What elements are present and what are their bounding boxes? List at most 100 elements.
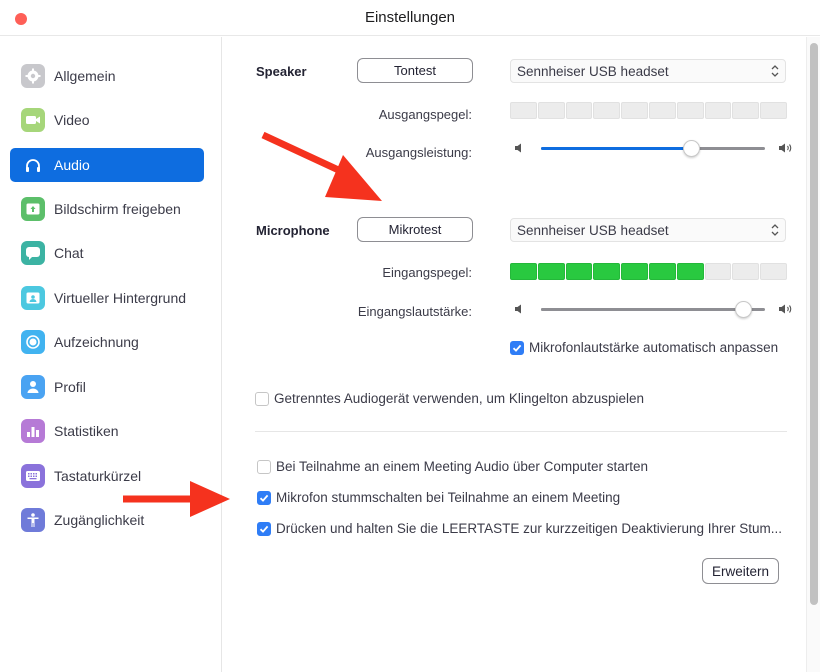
advanced-button[interactable]: Erweitern	[702, 558, 779, 584]
auto-adjust-mic-volume-row[interactable]: Mikrofonlautstärke automatisch anpassen	[510, 340, 778, 355]
meter-segment	[732, 102, 760, 119]
input-volume-label: Eingangslautstärke:	[357, 304, 472, 319]
volume-high-icon	[779, 304, 792, 314]
meter-segment	[676, 102, 704, 119]
slider-track	[541, 140, 765, 157]
join-audio-by-computer-label: Bei Teilnahme an einem Meeting Audio übe…	[276, 459, 648, 474]
meter-segment	[676, 263, 704, 280]
gear-icon	[21, 64, 45, 88]
speaker-section-label: Speaker	[256, 64, 307, 79]
sidebar-item-label: Allgemein	[54, 68, 116, 84]
window-title: Einstellungen	[364, 9, 456, 26]
volume-high-icon	[779, 143, 792, 153]
sidebar-item-label: Tastaturkürzel	[54, 468, 142, 484]
sidebar-item-label: Virtueller Hintergrund	[54, 290, 187, 306]
meter-segment	[704, 102, 732, 119]
meter-segment	[565, 102, 593, 119]
input-level-label: Eingangspegel:	[382, 265, 472, 280]
input-level-meter	[510, 263, 787, 280]
slider-track	[541, 301, 765, 318]
meter-segment	[510, 263, 537, 280]
slider-track-fill	[541, 147, 692, 150]
meter-segment	[760, 263, 787, 280]
record-icon	[21, 330, 45, 354]
sidebar-item-label: Bildschirm freigeben	[54, 201, 181, 217]
sidebar-item-tastaturkuerzel[interactable]: Tastaturkürzel	[10, 459, 204, 493]
chat-bubble-icon	[21, 241, 45, 265]
test-speaker-button[interactable]: Tontest	[357, 58, 473, 83]
video-camera-icon	[21, 108, 45, 132]
section-divider	[255, 431, 787, 432]
volume-low-icon	[515, 304, 521, 314]
sidebar-item-bildschirm-freigeben[interactable]: Bildschirm freigeben	[10, 192, 204, 226]
meter-segment	[593, 102, 621, 119]
mute-mic-on-join-label: Mikrofon stummschalten bei Teilnahme an …	[276, 490, 621, 505]
sidebar-item-zugaenglichkeit[interactable]: Zugänglichkeit	[10, 503, 204, 537]
speaker-device-select[interactable]: Sennheiser USB headset	[510, 59, 786, 83]
microphone-device-value: Sennheiser USB headset	[517, 222, 669, 238]
sidebar-item-chat[interactable]: Chat	[10, 236, 204, 270]
scrollbar[interactable]	[806, 37, 820, 672]
sidebar-item-label: Aufzeichnung	[54, 334, 139, 350]
auto-adjust-mic-volume-checkbox[interactable]	[510, 340, 524, 355]
sidebar-item-label: Statistiken	[54, 423, 119, 439]
meter-segment	[621, 263, 648, 280]
audio-settings-panel: Speaker Tontest Sennheiser USB headset A…	[223, 37, 806, 672]
sidebar-item-virtueller-hintergrund[interactable]: Virtueller Hintergrund	[10, 281, 204, 315]
keyboard-icon	[21, 464, 45, 488]
meter-segment	[648, 263, 676, 280]
sidebar-item-label: Zugänglichkeit	[54, 512, 145, 528]
sidebar-item-statistiken[interactable]: Statistiken	[10, 414, 204, 448]
sidebar-item-allgemein[interactable]: Allgemein	[10, 59, 204, 93]
slider-thumb[interactable]	[683, 140, 701, 157]
chevron-up-down-icon	[771, 65, 779, 77]
separate-ringtone-device-label: Getrenntes Audiogerät verwenden, um Klin…	[274, 391, 644, 406]
join-audio-by-computer-checkbox[interactable]	[257, 459, 271, 474]
separate-ringtone-device-row[interactable]: Getrenntes Audiogerät verwenden, um Klin…	[255, 391, 644, 406]
sidebar-item-video[interactable]: Video	[10, 103, 204, 137]
output-level-meter	[510, 102, 787, 119]
meter-segment	[621, 102, 648, 119]
sidebar-item-label: Audio	[54, 157, 90, 173]
meter-segment	[510, 102, 537, 119]
auto-adjust-mic-volume-label: Mikrofonlautstärke automatisch anpassen	[529, 340, 779, 355]
sidebar-item-profil[interactable]: Profil	[10, 370, 204, 404]
input-volume-slider[interactable]	[514, 299, 794, 319]
test-mic-button[interactable]: Mikrotest	[357, 217, 473, 242]
virtual-background-icon	[21, 286, 45, 310]
push-to-talk-row[interactable]: Drücken und halten Sie die LEERTASTE zur…	[257, 521, 782, 536]
headphones-icon	[21, 153, 45, 177]
meter-segment	[732, 263, 760, 280]
share-screen-icon	[21, 197, 45, 221]
meter-segment	[760, 102, 787, 119]
microphone-device-select[interactable]: Sennheiser USB headset	[510, 218, 786, 242]
mute-mic-on-join-checkbox[interactable]	[257, 490, 271, 505]
scrollbar-thumb[interactable]	[810, 43, 818, 605]
sidebar-item-audio[interactable]: Audio	[10, 148, 204, 182]
sidebar-item-label: Video	[54, 112, 90, 128]
push-to-talk-checkbox[interactable]	[257, 521, 271, 536]
join-audio-by-computer-row[interactable]: Bei Teilnahme an einem Meeting Audio übe…	[257, 459, 648, 474]
output-volume-slider[interactable]	[514, 138, 794, 158]
meter-segment	[704, 263, 732, 280]
sidebar: Allgemein Video Audio Bildschirm freigeb…	[0, 37, 222, 672]
meter-segment	[593, 263, 621, 280]
meter-segment	[565, 263, 593, 280]
mute-mic-on-join-row[interactable]: Mikrofon stummschalten bei Teilnahme an …	[257, 490, 620, 505]
meter-segment	[537, 102, 565, 119]
slider-thumb[interactable]	[734, 301, 752, 318]
chevron-up-down-icon	[771, 224, 779, 236]
sidebar-item-aufzeichnung[interactable]: Aufzeichnung	[10, 325, 204, 359]
sidebar-item-label: Chat	[54, 245, 84, 261]
sidebar-item-label: Profil	[54, 379, 86, 395]
meter-segment	[537, 263, 565, 280]
push-to-talk-label: Drücken und halten Sie die LEERTASTE zur…	[276, 521, 782, 536]
output-level-label: Ausgangspegel:	[378, 107, 472, 122]
separate-ringtone-device-checkbox[interactable]	[255, 391, 269, 406]
meter-segment	[648, 102, 676, 119]
statistics-icon	[21, 419, 45, 443]
volume-low-icon	[515, 143, 521, 153]
accessibility-icon	[21, 508, 45, 532]
profile-icon	[21, 375, 45, 399]
speaker-device-value: Sennheiser USB headset	[517, 63, 669, 79]
